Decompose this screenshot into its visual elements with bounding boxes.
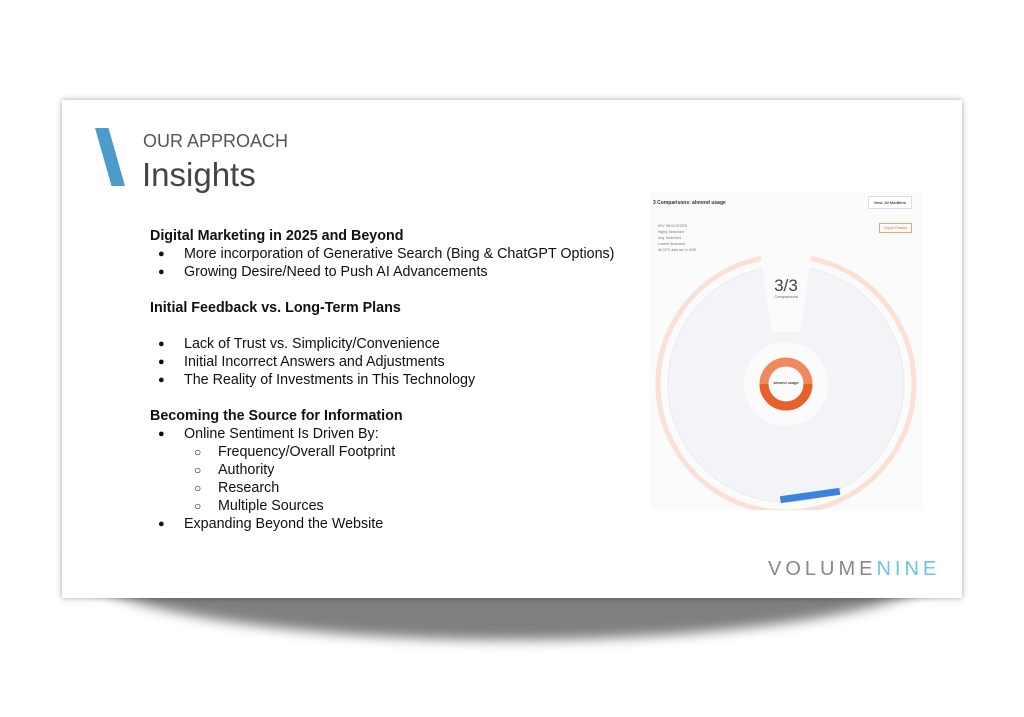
- comparison-count: 3/3: [774, 276, 798, 295]
- comparison-label: Comparisons: [774, 294, 798, 299]
- sub-bullet: Frequency/Overall Footprint: [150, 443, 614, 461]
- bullet: The Reality of Investments in This Techn…: [150, 371, 614, 389]
- section-heading: Becoming the Source for Information: [150, 408, 403, 424]
- legend-note: All CPC data are in USD: [658, 248, 697, 252]
- slide-title: Insights: [142, 156, 256, 193]
- embedded-screenshot: 3 Comparisons: almond usage View: All Mo…: [650, 192, 922, 510]
- sub-bullet: Research: [150, 479, 614, 497]
- key-indicators: KEY INDICATORS Highly Searched Avg. Sear…: [658, 223, 696, 253]
- bullet: More incorporation of Generative Search …: [150, 245, 614, 263]
- bullet: Expanding Beyond the Website: [150, 515, 614, 533]
- export-button: Export Results: [879, 223, 912, 233]
- screenshot-title: 3 Comparisons: almond usage: [653, 200, 726, 206]
- logo-part2: NINE: [876, 558, 941, 580]
- section-heading: Digital Marketing in 2025 and Beyond: [150, 228, 404, 244]
- bullet: Lack of Trust vs. Simplicity/Convenience: [150, 335, 614, 353]
- bullet: Growing Desire/Need to Push AI Advanceme…: [150, 263, 614, 281]
- section-heading: Initial Feedback vs. Long-Term Plans: [150, 300, 401, 316]
- accent-bar: [95, 128, 125, 186]
- slide-kicker: OUR APPROACH: [143, 131, 289, 151]
- logo-part1: VOLUME: [768, 558, 877, 580]
- sub-bullet: Multiple Sources: [150, 497, 614, 515]
- volumenine-logo: VOLUMENINE: [768, 558, 940, 581]
- bullet: Online Sentiment Is Driven By:: [150, 425, 614, 443]
- modifier-dropdown: View: All Modifiers: [867, 196, 912, 209]
- bullet: Initial Incorrect Answers and Adjustment…: [150, 353, 614, 371]
- sub-bullet: Authority: [150, 461, 614, 479]
- center-keyword: almond usage: [773, 380, 799, 385]
- slide: OUR APPROACH Insights Digital Marketing …: [62, 100, 962, 598]
- slide-content: Digital Marketing in 2025 and Beyond Mor…: [150, 227, 614, 533]
